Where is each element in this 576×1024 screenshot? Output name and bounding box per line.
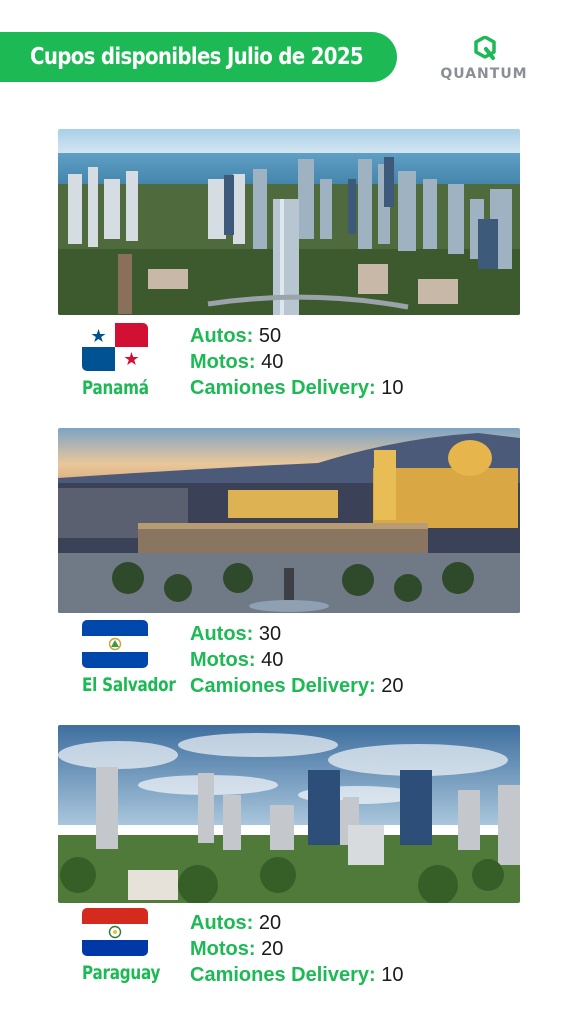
stat-camiones: Camiones Delivery: 20 [190,673,403,699]
section-el-salvador: El Salvador Autos: 30 Motos: 40 Camiones… [58,428,520,700]
panama-city-skyline-photo [58,129,520,315]
stats-list: Autos: 20 Motos: 20 Camiones Delivery: 1… [190,910,403,988]
stat-label: Camiones Delivery: [190,675,376,697]
stat-value: 10 [381,964,404,986]
stat-value: 30 [258,623,282,645]
stat-label: Camiones Delivery: [190,377,376,399]
stat-value: 10 [381,377,404,399]
brand-name: QUANTUM [440,66,528,82]
asuncion-skyline-photo [58,725,520,903]
stat-label: Autos: [190,623,254,645]
country-name: Panamá [82,377,149,399]
country-name: Paraguay [82,962,161,984]
stat-autos: Autos: 30 [190,621,403,647]
stat-autos: Autos: 20 [190,910,403,936]
stats-list: Autos: 50 Motos: 40 Camiones Delivery: 1… [190,323,403,401]
stat-value: 40 [261,351,284,373]
quantum-q-icon [474,36,496,60]
section-paraguay: Paraguay Autos: 20 Motos: 20 Camiones De… [58,725,520,995]
stat-motos: Motos: 40 [190,647,403,673]
page-title: Cupos disponibles Julio de 2025 [30,44,364,70]
stat-camiones: Camiones Delivery: 10 [190,962,403,988]
stat-value: 20 [258,912,282,934]
stat-label: Camiones Delivery: [190,964,376,986]
stat-label: Motos: [190,351,256,373]
stat-autos: Autos: 50 [190,323,403,349]
stats-list: Autos: 30 Motos: 40 Camiones Delivery: 2… [190,621,403,699]
stat-label: Autos: [190,912,254,934]
panama-flag [82,323,148,371]
stat-label: Autos: [190,325,254,347]
title-banner: Cupos disponibles Julio de 2025 [0,32,397,82]
section-panama: Panamá Autos: 50 Motos: 40 Camiones Deli… [58,129,520,401]
stat-value: 20 [261,938,284,960]
quantum-logo: QUANTUM [426,36,542,84]
stat-label: Motos: [190,649,256,671]
paraguay-flag [82,908,148,956]
stat-motos: Motos: 20 [190,936,403,962]
stat-motos: Motos: 40 [190,349,403,375]
stat-value: 50 [258,325,282,347]
san-salvador-plaza-photo [58,428,520,613]
country-name: El Salvador [82,674,176,696]
stat-camiones: Camiones Delivery: 10 [190,375,403,401]
stat-label: Motos: [190,938,256,960]
stat-value: 40 [261,649,284,671]
el-salvador-flag [82,620,148,668]
stat-value: 20 [381,675,404,697]
